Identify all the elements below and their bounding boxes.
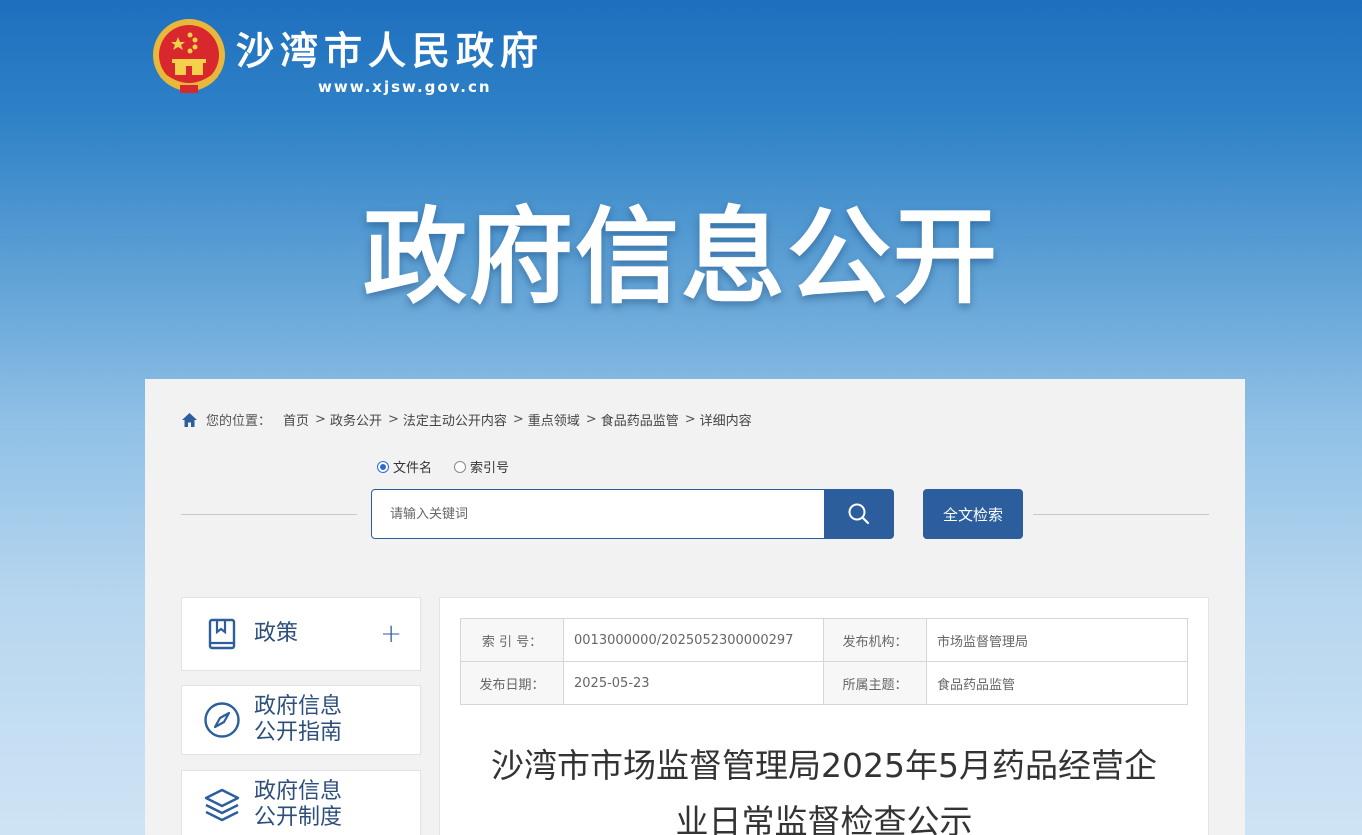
document-title-line2: 业日常监督检查公示 <box>675 802 973 835</box>
document-meta-table: 索 引 号： 0013000000/2025052300000297 发布机构：… <box>460 618 1188 705</box>
breadcrumb-separator: > <box>585 412 597 427</box>
publish-date-value: 2025-05-23 <box>563 661 824 705</box>
sidebar-item-disclosure-system[interactable]: 政府信息 公开制度 <box>181 770 421 835</box>
publisher-label: 发布机构： <box>823 618 927 662</box>
national-emblem-icon <box>153 19 225 93</box>
table-row: 索 引 号： 0013000000/2025052300000297 发布机构：… <box>460 618 1188 662</box>
publisher-value: 市场监督管理局 <box>926 618 1188 662</box>
breadcrumb-item-home[interactable]: 首页 <box>283 410 309 429</box>
topic-label: 所属主题： <box>823 661 927 705</box>
sidebar-item-policy[interactable]: 政策 + <box>181 597 421 671</box>
divider-right <box>1033 514 1209 515</box>
document-title-line1: 沙湾市市场监督管理局2025年5月药品经营企 <box>491 746 1157 785</box>
breadcrumb-item-statutory[interactable]: 法定主动公开内容 <box>403 410 507 429</box>
sidebar-item-disclosure-guide[interactable]: 政府信息 公开指南 <box>181 685 421 755</box>
breadcrumb-separator: > <box>315 412 326 427</box>
breadcrumb-item-food-drug[interactable]: 食品药品监管 <box>601 410 679 429</box>
sidebar-item-text: 政府信息 公开制度 <box>254 779 342 831</box>
site-url[interactable]: www.xjsw.gov.cn <box>318 78 492 96</box>
search-icon <box>848 503 870 525</box>
radio-filename[interactable]: 文件名 <box>377 457 432 476</box>
banner-title: 政府信息公开 <box>362 196 999 318</box>
radio-index-number-label[interactable]: 索引号 <box>470 457 509 476</box>
document-title: 沙湾市市场监督管理局2025年5月药品经营企 业日常监督检查公示 <box>460 738 1188 835</box>
radio-index-number[interactable]: 索引号 <box>454 457 509 476</box>
sidebar-item-text: 政府信息 公开指南 <box>254 694 342 746</box>
main-panel: 您的位置： 首页 > 政务公开 > 法定主动公开内容 > 重点领域 > 食品药品… <box>145 379 1245 835</box>
table-row: 发布日期： 2025-05-23 所属主题： 食品药品监管 <box>460 661 1188 705</box>
publish-date-label: 发布日期： <box>460 661 564 705</box>
index-number-value: 0013000000/2025052300000297 <box>563 618 824 662</box>
breadcrumb-item-key-areas[interactable]: 重点领域 <box>528 410 580 429</box>
home-icon <box>182 412 197 427</box>
divider-left <box>181 514 357 515</box>
document-content: 索 引 号： 0013000000/2025052300000297 发布机构：… <box>439 597 1209 835</box>
sidebar-item-label-line2: 公开制度 <box>254 805 343 830</box>
site-title[interactable]: 沙湾市人民政府 <box>236 20 544 75</box>
breadcrumb: 您的位置： 首页 > 政务公开 > 法定主动公开内容 > 重点领域 > 食品药品… <box>181 410 752 429</box>
search-button[interactable] <box>824 489 894 539</box>
breadcrumb-separator: > <box>387 412 399 427</box>
sidebar-item-label-line2: 公开指南 <box>254 720 343 745</box>
sidebar-item-label-line1: 政府信息 <box>254 779 343 804</box>
radio-filename-label[interactable]: 文件名 <box>393 457 432 476</box>
sidebar-item-label: 政策 <box>254 621 299 646</box>
breadcrumb-separator: > <box>512 412 524 427</box>
topic-value: 食品药品监管 <box>926 661 1188 705</box>
index-number-label: 索 引 号： <box>460 618 564 662</box>
breadcrumb-item-gov-affairs[interactable]: 政务公开 <box>330 410 382 429</box>
breadcrumb-item-detail: 详细内容 <box>699 414 752 429</box>
compass-icon <box>202 700 242 740</box>
fulltext-search-button[interactable]: 全文检索 <box>923 489 1023 539</box>
radio-index-number-dot[interactable] <box>454 460 467 473</box>
layers-icon <box>202 785 242 825</box>
radio-filename-dot[interactable] <box>377 460 389 473</box>
expand-plus-icon[interactable]: + <box>380 619 402 649</box>
sidebar-item-label-line1: 政府信息 <box>254 694 343 719</box>
search-type-options: 文件名 索引号 <box>377 457 509 476</box>
breadcrumb-separator: > <box>684 412 696 427</box>
book-icon <box>202 614 242 654</box>
breadcrumb-location-label: 您的位置： <box>206 414 272 429</box>
search-input[interactable] <box>371 489 826 539</box>
